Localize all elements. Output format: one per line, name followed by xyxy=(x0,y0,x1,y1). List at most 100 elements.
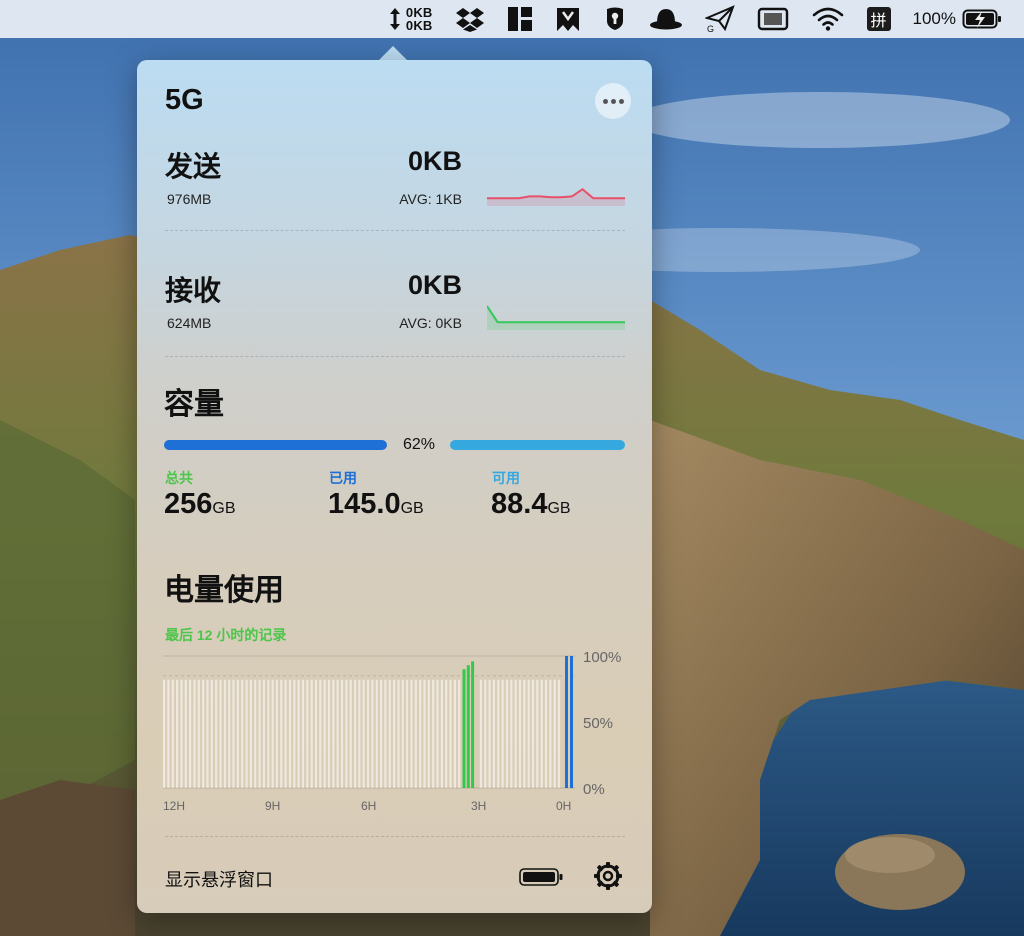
battery-bar xyxy=(362,679,365,788)
row-divider xyxy=(165,230,625,231)
download-sparkline xyxy=(487,305,625,330)
battery-bar xyxy=(336,679,339,788)
battery-charging-bar xyxy=(466,665,470,788)
sparkline-line xyxy=(487,187,625,200)
capacity-used-bar xyxy=(164,440,387,450)
hat-icon[interactable] xyxy=(649,0,683,38)
battery-bar xyxy=(397,679,400,788)
battery-icon[interactable] xyxy=(519,866,565,888)
used-unit: GB xyxy=(400,500,424,517)
wifi-icon[interactable] xyxy=(811,0,845,38)
battery-bar xyxy=(445,679,448,788)
y-tick-label: 0% xyxy=(583,781,605,798)
used-value: 145.0GB xyxy=(328,488,424,521)
battery-bar xyxy=(180,679,183,788)
battery-bar xyxy=(193,679,196,788)
menu-bar: 0KB 0KB G 拼 100% xyxy=(0,0,1024,38)
battery-status-item[interactable]: 100% xyxy=(913,0,1002,38)
battery-bar xyxy=(297,679,300,788)
used-number: 145.0 xyxy=(328,488,401,520)
screen-icon[interactable] xyxy=(757,0,789,38)
download-avg: AVG: 0KB xyxy=(399,315,462,331)
battery-bar xyxy=(419,679,422,788)
popover-arrow xyxy=(378,46,408,61)
battery-bar xyxy=(540,679,543,788)
battery-bar xyxy=(167,679,170,788)
keyhole-icon[interactable] xyxy=(603,0,627,38)
battery-bar xyxy=(514,679,517,788)
tiles-icon[interactable] xyxy=(507,0,533,38)
bookmark-icon[interactable] xyxy=(555,0,581,38)
battery-current-bar xyxy=(570,656,573,788)
battery-bar xyxy=(505,679,509,788)
battery-bar xyxy=(206,679,209,788)
upload-sparkline xyxy=(487,187,625,206)
more-options-button[interactable] xyxy=(595,83,631,119)
battery-bar xyxy=(340,679,344,788)
capacity-percent: 62% xyxy=(402,436,436,453)
upload-rate: 0KB xyxy=(407,146,462,176)
battery-bar xyxy=(527,679,530,788)
battery-bar xyxy=(249,679,252,788)
battery-bar xyxy=(375,679,378,788)
battery-bar xyxy=(306,679,309,788)
available-number: 88.4 xyxy=(491,488,548,520)
download-rate: 0KB xyxy=(407,270,462,300)
battery-bar xyxy=(275,679,278,788)
paper-plane-icon[interactable]: G xyxy=(704,0,735,38)
show-floating-window-toggle[interactable]: 显示悬浮窗口 xyxy=(165,866,273,892)
menubar-download-rate: 0KB xyxy=(405,18,433,33)
x-tick-label: 0H xyxy=(556,799,571,813)
battery-bar xyxy=(388,679,391,788)
capacity-available-bar xyxy=(450,440,625,450)
network-speed-status-item[interactable]: 0KB 0KB xyxy=(388,0,433,38)
battery-bar xyxy=(479,679,482,788)
upload-total: 976MB xyxy=(167,191,212,207)
battery-bar xyxy=(284,679,287,788)
battery-bar xyxy=(327,679,331,788)
battery-bar xyxy=(219,679,222,788)
battery-bar xyxy=(228,679,231,788)
battery-bar xyxy=(531,679,535,788)
battery-bar xyxy=(510,679,513,788)
battery-current-bar xyxy=(565,656,568,788)
battery-bar xyxy=(345,679,348,788)
battery-bar xyxy=(518,679,522,788)
input-method-icon[interactable]: 拼 xyxy=(866,0,891,38)
battery-bar xyxy=(497,679,500,788)
battery-charging-bar xyxy=(471,661,475,788)
battery-bar xyxy=(323,679,326,788)
y-tick-label: 50% xyxy=(583,715,613,732)
download-label: 接收 xyxy=(165,275,222,306)
settings-gear-icon[interactable] xyxy=(592,860,624,892)
battery-bar xyxy=(549,679,552,788)
battery-bar xyxy=(310,679,313,788)
battery-bar xyxy=(176,679,179,788)
battery-bar xyxy=(406,679,409,788)
battery-bar xyxy=(458,679,461,788)
battery-charging-icon xyxy=(962,9,1001,29)
battery-usage-chart: 100% 50% 0% 12H 9H 6H 3H 0H xyxy=(163,649,621,813)
battery-usage-subtitle: 最后 12 小时的记录 xyxy=(165,627,287,643)
battery-bar xyxy=(171,679,174,788)
battery-bar xyxy=(280,679,283,788)
battery-bar xyxy=(271,679,274,788)
battery-bar xyxy=(440,679,443,788)
battery-bar xyxy=(553,679,556,788)
battery-bar xyxy=(436,679,439,788)
dropbox-icon[interactable] xyxy=(455,0,485,38)
battery-bar xyxy=(410,679,413,788)
battery-bar xyxy=(453,679,456,788)
battery-bar xyxy=(202,679,205,788)
download-total: 624MB xyxy=(167,315,212,331)
battery-bar xyxy=(288,679,292,788)
x-tick-label: 12H xyxy=(163,799,185,813)
sparkline-area xyxy=(487,306,625,330)
x-tick-label: 6H xyxy=(361,799,376,813)
battery-bar xyxy=(484,679,487,788)
battery-bar xyxy=(232,679,235,788)
x-tick-label: 3H xyxy=(471,799,486,813)
battery-bar xyxy=(501,679,504,788)
input-method-label: 拼 xyxy=(866,7,891,31)
battery-bar xyxy=(536,679,539,788)
